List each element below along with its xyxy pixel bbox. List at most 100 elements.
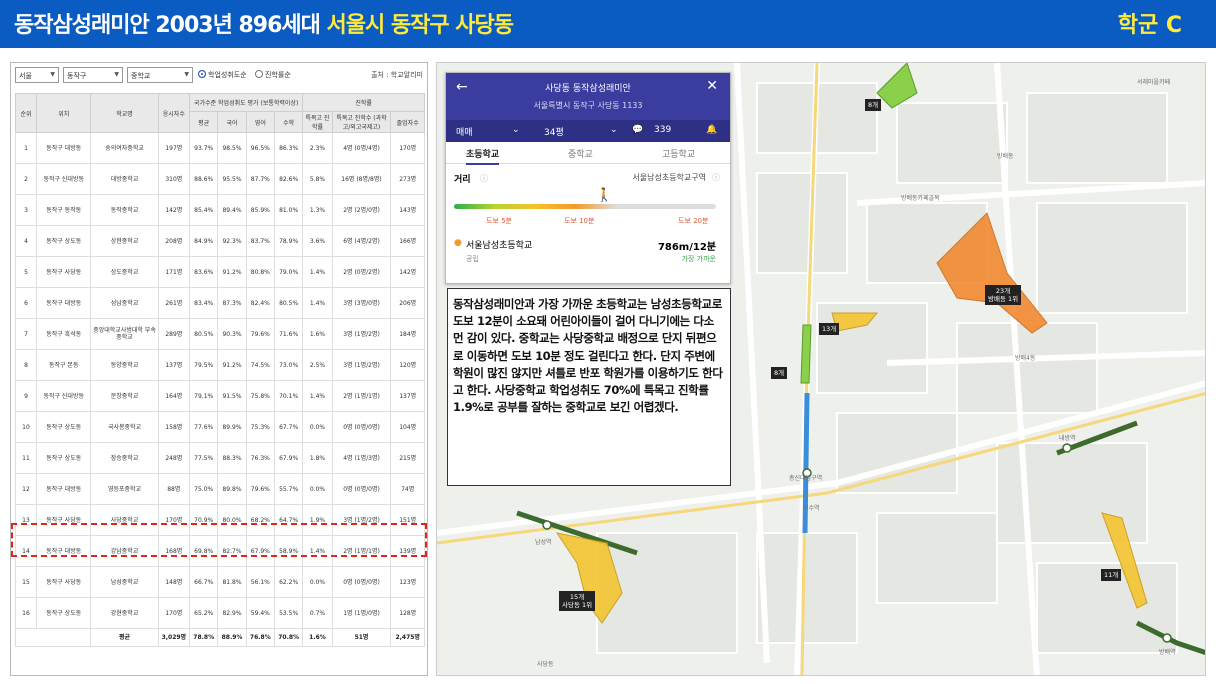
cell-eng: 56.1% xyxy=(245,566,275,598)
col-rank: 순위 xyxy=(15,93,37,133)
school-name[interactable]: 서울남성초등학교 xyxy=(466,238,532,251)
cell-eng: 82.4% xyxy=(245,287,275,319)
cell-math: 55.7% xyxy=(273,473,304,505)
district-select[interactable]: 동작구 ▼ xyxy=(63,67,123,83)
map-label: 내방역 xyxy=(1059,435,1076,442)
cell-takers: 197명 xyxy=(157,132,191,164)
cell-school: 상현중학교 xyxy=(90,225,159,257)
map-label: 방배동 xyxy=(997,153,1014,160)
cell-loc: 동작구 본동 xyxy=(35,349,92,381)
cell-avg: 83.6% xyxy=(189,256,219,288)
col-location: 위치 xyxy=(35,93,92,133)
cell-loc: 동작구 대방동 xyxy=(35,287,92,319)
school-tabs: 초등학교 중학교 고등학교 xyxy=(446,142,730,165)
cell-rank: 12 xyxy=(15,473,37,505)
cell-math: 67.9% xyxy=(273,442,304,474)
cell-math: 79.0% xyxy=(273,256,304,288)
popup-header: ← 사당동 동작삼성래미안 서울특별시 동작구 사당동 1133 ✕ xyxy=(446,73,730,120)
table-row: 13 동작구 사당동 사당중학교 170명 70.9% 80.0% 68.2% 64.7% 1.… xyxy=(15,504,425,536)
page-title: 동작삼성래미안 2003년 896세대 서울시 동작구 사당동 xyxy=(14,7,514,39)
cell-count: 3명 (1명/2명) xyxy=(331,349,392,381)
cell-takers: 168명 xyxy=(157,535,191,567)
chevron-down-icon: ⌄ xyxy=(512,125,520,135)
cell-grads: 104명 xyxy=(390,411,425,443)
cell-kor: 91.2% xyxy=(217,256,247,288)
trade-type-select[interactable]: 매매 xyxy=(456,125,473,138)
tab-high[interactable]: 고등학교 xyxy=(662,147,695,160)
map-label: 사당동 xyxy=(537,661,554,668)
cell-math: 70.1% xyxy=(273,380,304,412)
cell-takers: 208명 xyxy=(157,225,191,257)
bell-icon[interactable]: 🔔 xyxy=(706,125,717,135)
cell-school: 동양중학교 xyxy=(90,349,159,381)
cell-count: 2명 (0명/2명) xyxy=(331,256,392,288)
cell-rank: 5 xyxy=(15,256,37,288)
bullet-icon: ● xyxy=(454,238,462,248)
radio-achievement[interactable]: 학업성취도순 xyxy=(198,70,247,80)
close-icon[interactable]: ✕ xyxy=(706,78,718,94)
cell-eng: 59.4% xyxy=(245,597,275,629)
cell-loc: 동작구 신대방동 xyxy=(35,380,92,412)
col-math: 수학 xyxy=(273,111,304,133)
cell-eng: 96.5% xyxy=(245,132,275,164)
tag-count: 23개 xyxy=(995,287,1011,295)
comment-icon: 💬 xyxy=(632,125,644,135)
col-special-count: 특목고 진학수 (과학고/외고국제고) xyxy=(331,111,392,133)
cell-kor: 82.7% xyxy=(217,535,247,567)
cell-kor: 87.3% xyxy=(217,287,247,319)
cell-count: 3명 (1명/2명) xyxy=(331,504,392,536)
map-label: 이수역 xyxy=(803,505,820,512)
radio-advance-label: 진학률순 xyxy=(265,71,291,79)
level-select[interactable]: 중학교 ▼ xyxy=(127,67,193,83)
header-banner: 동작삼성래미안 2003년 896세대 서울시 동작구 사당동 학군 C xyxy=(0,0,1216,48)
col-avg: 평균 xyxy=(189,111,219,133)
cell-avg: 69.8% xyxy=(189,535,219,567)
cell-rank: 9 xyxy=(15,380,37,412)
radio-achievement-label: 학업성취도순 xyxy=(208,71,247,79)
cell-school: 문창중학교 xyxy=(90,380,159,412)
total-kor: 88.9% xyxy=(217,628,247,647)
radio-selected-icon xyxy=(198,70,206,78)
cell-avg: 65.2% xyxy=(189,597,219,629)
chevron-down-icon: ▼ xyxy=(114,71,119,78)
school-type: 공립 xyxy=(466,255,479,263)
cell-takers: 170명 xyxy=(157,504,191,536)
size-select[interactable]: 34평 xyxy=(544,125,564,138)
table-row: 4 동작구 상도동 상현중학교 208명 84.9% 92.3% 83.7% 78.9% 3.6… xyxy=(15,225,425,257)
tab-middle[interactable]: 중학교 xyxy=(568,147,593,160)
table-total-row: 평균 3,029명 78.8% 88.9% 76.8% 70.8% 1.6% 51명 2,475… xyxy=(14,628,425,647)
cell-rate: 1.8% xyxy=(302,442,333,474)
apartment-popup: ← 사당동 동작삼성래미안 서울특별시 동작구 사당동 1133 ✕ 매매 ⌄ … xyxy=(445,72,731,284)
cell-count: 3명 (1명/2명) xyxy=(331,318,392,350)
cell-rate: 1.3% xyxy=(302,194,333,226)
table-row: 16 동작구 상도동 강현중학교 170명 65.2% 82.9% 59.4% 53.5% 0.… xyxy=(15,597,425,629)
cell-avg: 80.5% xyxy=(189,318,219,350)
walk-20-label: 도보 20분 xyxy=(678,217,709,225)
cell-kor: 80.0% xyxy=(217,504,247,536)
table-row: 12 동작구 대방동 영등포중학교 88명 75.0% 89.8% 79.6% 55.7% 0.… xyxy=(15,473,425,505)
radio-advance[interactable]: 진학률순 xyxy=(255,70,291,80)
cell-rate: 1.4% xyxy=(302,256,333,288)
col-eng: 영어 xyxy=(245,111,275,133)
total-takers: 3,029명 xyxy=(157,628,191,647)
academy-count-tag: 15개 사당동 1위 xyxy=(559,591,596,611)
cell-grads: 184명 xyxy=(390,318,425,350)
comment-count[interactable]: 339 xyxy=(654,125,671,135)
cell-kor: 89.9% xyxy=(217,411,247,443)
col-school: 학교명 xyxy=(90,93,159,133)
cell-grads: 170명 xyxy=(390,132,425,164)
academy-count-tag: 23개 방배동 1위 xyxy=(985,285,1022,305)
col-grads: 졸업자수 xyxy=(390,111,425,133)
cell-rate: 0.7% xyxy=(302,597,333,629)
cell-grads: 273명 xyxy=(390,163,425,195)
chevron-down-icon: ▼ xyxy=(50,71,55,78)
tab-elementary[interactable]: 초등학교 xyxy=(466,147,500,165)
cell-kor: 91.2% xyxy=(217,349,247,381)
tag-count: 15개 xyxy=(569,593,585,601)
cell-avg: 77.5% xyxy=(189,442,219,474)
cell-rank: 3 xyxy=(15,194,37,226)
city-select[interactable]: 서울 ▼ xyxy=(15,67,59,83)
cell-school: 장승중학교 xyxy=(90,442,159,474)
cell-eng: 74.5% xyxy=(245,349,275,381)
cell-rate: 2.3% xyxy=(302,132,333,164)
